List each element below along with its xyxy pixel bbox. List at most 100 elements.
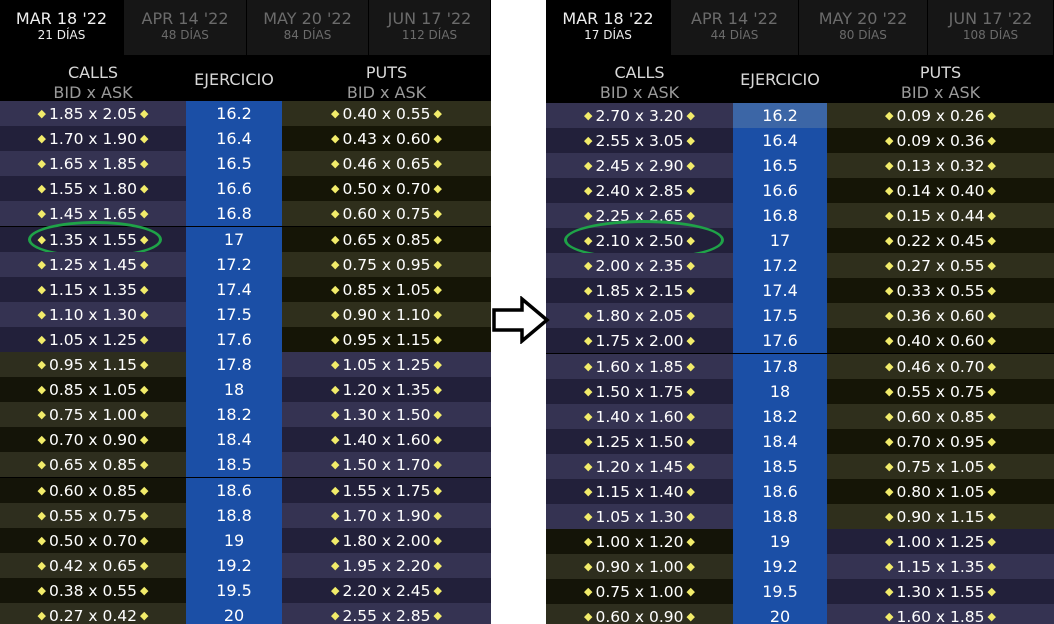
call-bid-ask-cell[interactable]: ◆ 1.60 x 1.85 ◆ <box>546 353 733 379</box>
strike-cell[interactable]: 19.5 <box>733 578 827 604</box>
put-bid-ask-cell[interactable]: ◆ 0.95 x 1.15 ◆ <box>282 326 491 352</box>
strike-cell[interactable]: 16.6 <box>186 176 282 202</box>
call-bid-ask-cell[interactable]: ◆ 1.35 x 1.55 ◆ <box>0 226 186 252</box>
put-bid-ask-cell[interactable]: ◆ 0.09 x 0.36 ◆ <box>827 128 1054 154</box>
strike-cell[interactable]: 18.5 <box>186 452 282 478</box>
put-bid-ask-cell[interactable]: ◆ 0.75 x 1.05 ◆ <box>827 453 1054 479</box>
put-bid-ask-cell[interactable]: ◆ 1.95 x 2.20 ◆ <box>282 552 491 578</box>
strike-cell[interactable]: 18.6 <box>733 478 827 504</box>
strike-cell[interactable]: 18.6 <box>186 477 282 503</box>
strike-cell[interactable]: 18.2 <box>733 403 827 429</box>
put-bid-ask-cell[interactable]: ◆ 0.15 x 0.44 ◆ <box>827 203 1054 229</box>
call-bid-ask-cell[interactable]: ◆ 2.55 x 3.05 ◆ <box>546 128 733 154</box>
expiry-tab-1[interactable]: MAR 18 '22 21 DÍAS <box>0 0 124 55</box>
strike-cell[interactable]: 18.5 <box>733 453 827 479</box>
strike-cell[interactable]: 18 <box>733 378 827 404</box>
put-bid-ask-cell[interactable]: ◆ 0.60 x 0.75 ◆ <box>282 201 491 227</box>
call-bid-ask-cell[interactable]: ◆ 0.38 x 0.55 ◆ <box>0 577 186 603</box>
put-bid-ask-cell[interactable]: ◆ 0.40 x 0.55 ◆ <box>282 101 491 126</box>
put-bid-ask-cell[interactable]: ◆ 1.20 x 1.35 ◆ <box>282 377 491 403</box>
call-bid-ask-cell[interactable]: ◆ 1.75 x 2.00 ◆ <box>546 328 733 354</box>
strike-cell[interactable]: 19.2 <box>733 553 827 579</box>
call-bid-ask-cell[interactable]: ◆ 0.27 x 0.42 ◆ <box>0 603 186 624</box>
call-bid-ask-cell[interactable]: ◆ 1.20 x 1.45 ◆ <box>546 453 733 479</box>
put-bid-ask-cell[interactable]: ◆ 1.40 x 1.60 ◆ <box>282 427 491 453</box>
expiry-tab-4[interactable]: JUN 17 '22 112 DÍAS <box>369 0 491 55</box>
call-bid-ask-cell[interactable]: ◆ 0.60 x 0.85 ◆ <box>0 477 186 503</box>
strike-cell[interactable]: 17.2 <box>186 251 282 277</box>
put-bid-ask-cell[interactable]: ◆ 1.05 x 1.25 ◆ <box>282 352 491 377</box>
call-bid-ask-cell[interactable]: ◆ 2.10 x 2.50 ◆ <box>546 228 733 254</box>
call-bid-ask-cell[interactable]: ◆ 0.85 x 1.05 ◆ <box>0 377 186 403</box>
call-bid-ask-cell[interactable]: ◆ 0.75 x 1.00 ◆ <box>0 402 186 428</box>
strike-cell[interactable]: 16.4 <box>733 128 827 154</box>
strike-cell[interactable]: 16.5 <box>186 151 282 177</box>
put-bid-ask-cell[interactable]: ◆ 1.80 x 2.00 ◆ <box>282 527 491 553</box>
put-bid-ask-cell[interactable]: ◆ 1.60 x 1.85 ◆ <box>827 604 1054 624</box>
strike-cell[interactable]: 17.8 <box>186 352 282 377</box>
strike-cell[interactable]: 20 <box>733 604 827 624</box>
call-bid-ask-cell[interactable]: ◆ 1.80 x 2.05 ◆ <box>546 303 733 329</box>
strike-cell[interactable]: 19 <box>186 527 282 553</box>
expiry-tab-3[interactable]: MAY 20 '22 80 DÍAS <box>799 0 928 55</box>
put-bid-ask-cell[interactable]: ◆ 1.15 x 1.35 ◆ <box>827 553 1054 579</box>
strike-cell[interactable]: 18.8 <box>733 503 827 529</box>
strike-cell[interactable]: 16.4 <box>186 126 282 152</box>
put-bid-ask-cell[interactable]: ◆ 1.50 x 1.70 ◆ <box>282 452 491 478</box>
put-bid-ask-cell[interactable]: ◆ 0.43 x 0.60 ◆ <box>282 126 491 152</box>
strike-cell[interactable]: 17.4 <box>733 278 827 304</box>
strike-cell[interactable]: 17.5 <box>186 301 282 327</box>
strike-cell[interactable]: 17 <box>733 228 827 254</box>
strike-cell[interactable]: 16.8 <box>186 201 282 227</box>
call-bid-ask-cell[interactable]: ◆ 2.45 x 2.90 ◆ <box>546 153 733 179</box>
put-bid-ask-cell[interactable]: ◆ 2.55 x 2.85 ◆ <box>282 603 491 624</box>
expiry-tab-2[interactable]: APR 14 '22 44 DÍAS <box>671 0 799 55</box>
call-bid-ask-cell[interactable]: ◆ 1.85 x 2.05 ◆ <box>0 101 186 126</box>
call-bid-ask-cell[interactable]: ◆ 0.60 x 0.90 ◆ <box>546 604 733 624</box>
put-bid-ask-cell[interactable]: ◆ 0.36 x 0.60 ◆ <box>827 303 1054 329</box>
put-bid-ask-cell[interactable]: ◆ 0.75 x 0.95 ◆ <box>282 251 491 277</box>
strike-cell[interactable]: 16.5 <box>733 153 827 179</box>
call-bid-ask-cell[interactable]: ◆ 1.65 x 1.85 ◆ <box>0 151 186 177</box>
put-bid-ask-cell[interactable]: ◆ 0.85 x 1.05 ◆ <box>282 276 491 302</box>
put-bid-ask-cell[interactable]: ◆ 0.65 x 0.85 ◆ <box>282 226 491 252</box>
strike-cell[interactable]: 19 <box>733 528 827 554</box>
strike-cell[interactable]: 18.4 <box>733 428 827 454</box>
put-bid-ask-cell[interactable]: ◆ 0.90 x 1.10 ◆ <box>282 301 491 327</box>
call-bid-ask-cell[interactable]: ◆ 2.00 x 2.35 ◆ <box>546 253 733 279</box>
put-bid-ask-cell[interactable]: ◆ 0.40 x 0.60 ◆ <box>827 328 1054 354</box>
call-bid-ask-cell[interactable]: ◆ 2.70 x 3.20 ◆ <box>546 103 733 128</box>
put-bid-ask-cell[interactable]: ◆ 1.00 x 1.25 ◆ <box>827 528 1054 554</box>
strike-cell[interactable]: 16.6 <box>733 178 827 204</box>
call-bid-ask-cell[interactable]: ◆ 1.25 x 1.50 ◆ <box>546 428 733 454</box>
put-bid-ask-cell[interactable]: ◆ 1.70 x 1.90 ◆ <box>282 502 491 528</box>
put-bid-ask-cell[interactable]: ◆ 0.90 x 1.15 ◆ <box>827 503 1054 529</box>
call-bid-ask-cell[interactable]: ◆ 0.42 x 0.65 ◆ <box>0 552 186 578</box>
strike-cell[interactable]: 18.4 <box>186 427 282 453</box>
call-bid-ask-cell[interactable]: ◆ 0.55 x 0.75 ◆ <box>0 502 186 528</box>
put-bid-ask-cell[interactable]: ◆ 0.50 x 0.70 ◆ <box>282 176 491 202</box>
call-bid-ask-cell[interactable]: ◆ 1.25 x 1.45 ◆ <box>0 251 186 277</box>
call-bid-ask-cell[interactable]: ◆ 1.50 x 1.75 ◆ <box>546 378 733 404</box>
expiry-tab-3[interactable]: MAY 20 '22 84 DÍAS <box>247 0 369 55</box>
strike-cell[interactable]: 19.5 <box>186 577 282 603</box>
strike-cell[interactable]: 18.8 <box>186 502 282 528</box>
strike-cell[interactable]: 16.2 <box>186 101 282 126</box>
call-bid-ask-cell[interactable]: ◆ 1.70 x 1.90 ◆ <box>0 126 186 152</box>
call-bid-ask-cell[interactable]: ◆ 0.70 x 0.90 ◆ <box>0 427 186 453</box>
put-bid-ask-cell[interactable]: ◆ 1.30 x 1.50 ◆ <box>282 402 491 428</box>
put-bid-ask-cell[interactable]: ◆ 0.46 x 0.70 ◆ <box>827 353 1054 379</box>
put-bid-ask-cell[interactable]: ◆ 0.09 x 0.26 ◆ <box>827 103 1054 128</box>
expiry-tab-4[interactable]: JUN 17 '22 108 DÍAS <box>928 0 1054 55</box>
put-bid-ask-cell[interactable]: ◆ 1.30 x 1.55 ◆ <box>827 578 1054 604</box>
strike-cell[interactable]: 17.2 <box>733 253 827 279</box>
call-bid-ask-cell[interactable]: ◆ 2.25 x 2.65 ◆ <box>546 203 733 229</box>
call-bid-ask-cell[interactable]: ◆ 2.40 x 2.85 ◆ <box>546 178 733 204</box>
strike-cell[interactable]: 18.2 <box>186 402 282 428</box>
expiry-tab-2[interactable]: APR 14 '22 48 DÍAS <box>124 0 247 55</box>
strike-cell[interactable]: 17.6 <box>733 328 827 354</box>
call-bid-ask-cell[interactable]: ◆ 1.55 x 1.80 ◆ <box>0 176 186 202</box>
put-bid-ask-cell[interactable]: ◆ 1.55 x 1.75 ◆ <box>282 477 491 503</box>
call-bid-ask-cell[interactable]: ◆ 0.90 x 1.00 ◆ <box>546 553 733 579</box>
put-bid-ask-cell[interactable]: ◆ 2.20 x 2.45 ◆ <box>282 577 491 603</box>
